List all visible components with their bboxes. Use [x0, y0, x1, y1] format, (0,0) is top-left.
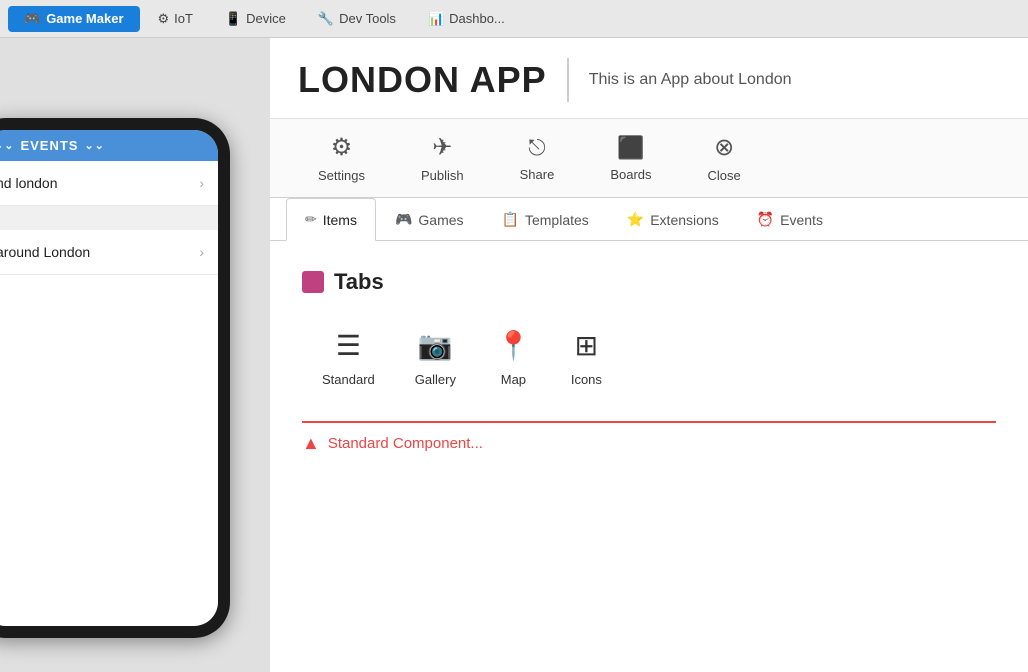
game-maker-label: Game Maker — [46, 11, 123, 26]
device-label: Device — [246, 11, 286, 26]
settings-button[interactable]: ⚙ Settings — [290, 119, 393, 197]
component-hint-row: ▲ Standard Component... — [302, 423, 996, 464]
toolbar: ⚙ Settings ✈ Publish ⎋ Share ⬛ Boards ⊗ … — [270, 119, 1028, 198]
settings-icon: ⚙ — [331, 133, 353, 162]
list-item[interactable]: around London › — [0, 230, 218, 275]
icons-icon: ⊞ — [575, 329, 598, 362]
close-button[interactable]: ⊗ Close — [680, 119, 769, 197]
dashboard-button[interactable]: 📊 Dashbo... — [414, 6, 519, 32]
settings-label: Settings — [318, 168, 365, 183]
device-icon: 📱 — [225, 11, 241, 27]
extensions-tab-label: Extensions — [650, 212, 718, 228]
phone-screen: ⌄⌄ EVENTS ⌄⌄ nd london › around London › — [0, 130, 218, 626]
games-tab-icon: 🎮 — [395, 211, 412, 228]
list-item-text: around London — [0, 244, 90, 260]
map-label: Map — [501, 372, 526, 387]
tab-extensions[interactable]: ⭐ Extensions — [608, 198, 738, 241]
chevron-down-icon: ⌄⌄ — [0, 139, 14, 152]
tab-templates[interactable]: 📋 Templates — [483, 198, 608, 241]
tab-events[interactable]: ⏰ Events — [738, 198, 842, 241]
app-title-section: LONDON APP This is an App about London — [270, 38, 1028, 119]
events-tab-icon: ⏰ — [757, 211, 774, 228]
close-label: Close — [708, 168, 741, 183]
tab-games[interactable]: 🎮 Games — [376, 198, 483, 241]
phone-list: nd london › around London › — [0, 161, 218, 275]
list-chevron-icon: › — [199, 244, 204, 260]
share-label: Share — [520, 167, 555, 182]
icons-tab-type[interactable]: ⊞ Icons — [551, 315, 622, 401]
items-content: Tabs ☰ Standard 📷 Gallery 📍 Map ⊞ — [270, 241, 1028, 672]
items-tab-label: Items — [323, 212, 357, 228]
right-content: LONDON APP This is an App about London ⚙… — [270, 38, 1028, 672]
phone-frame: ⌄⌄ EVENTS ⌄⌄ nd london › around London › — [0, 118, 230, 638]
dashboard-icon: 📊 — [428, 11, 444, 27]
list-item[interactable]: nd london › — [0, 161, 218, 206]
games-tab-label: Games — [418, 212, 463, 228]
iot-icon: ⚙ — [158, 11, 170, 27]
app-title: LONDON APP — [298, 59, 547, 101]
devtools-icon: 🔧 — [318, 11, 334, 27]
tabs-section-title: Tabs — [334, 269, 384, 295]
map-icon: 📍 — [496, 329, 531, 362]
events-tab-label: Events — [780, 212, 823, 228]
extensions-tab-icon: ⭐ — [627, 211, 644, 228]
devtools-label: Dev Tools — [339, 11, 396, 26]
map-tab-type[interactable]: 📍 Map — [476, 315, 551, 401]
main-area: ⌄⌄ EVENTS ⌄⌄ nd london › around London › — [0, 38, 1028, 672]
list-divider — [0, 206, 218, 230]
share-button[interactable]: ⎋ Share — [492, 121, 583, 196]
phone-header-label: EVENTS — [20, 138, 78, 153]
game-maker-icon: 🎮 — [24, 11, 40, 27]
tabs-section-header: Tabs — [302, 269, 996, 295]
boards-button[interactable]: ⬛ Boards — [582, 121, 679, 196]
iot-label: IoT — [174, 11, 193, 26]
app-description: This is an App about London — [589, 71, 792, 89]
app-title-divider — [567, 58, 569, 102]
dashboard-label: Dashbo... — [449, 11, 505, 26]
publish-button[interactable]: ✈ Publish — [393, 119, 492, 197]
icons-label: Icons — [571, 372, 602, 387]
tab-types-grid: ☰ Standard 📷 Gallery 📍 Map ⊞ Icons — [302, 315, 996, 401]
templates-tab-icon: 📋 — [502, 211, 519, 228]
standard-tab-type[interactable]: ☰ Standard — [302, 315, 395, 401]
list-chevron-icon: › — [199, 175, 204, 191]
templates-tab-label: Templates — [525, 212, 589, 228]
gallery-label: Gallery — [415, 372, 456, 387]
standard-icon: ☰ — [336, 329, 361, 362]
boards-icon: ⬛ — [617, 135, 644, 161]
sub-tabs: ✏ Items 🎮 Games 📋 Templates ⭐ Extensions… — [270, 198, 1028, 241]
component-hint-icon: ▲ — [302, 433, 320, 454]
iot-button[interactable]: ⚙ IoT — [144, 6, 207, 32]
chevron-right-icon: ⌄⌄ — [84, 139, 104, 152]
component-hint-label: Standard Component... — [328, 435, 483, 452]
publish-icon: ✈ — [432, 133, 452, 162]
items-tab-icon: ✏ — [305, 211, 317, 228]
phone-header: ⌄⌄ EVENTS ⌄⌄ — [0, 130, 218, 161]
standard-label: Standard — [322, 372, 375, 387]
gallery-tab-type[interactable]: 📷 Gallery — [395, 315, 476, 401]
tab-items[interactable]: ✏ Items — [286, 198, 376, 241]
list-item-text: nd london — [0, 175, 58, 191]
top-nav: 🎮 Game Maker ⚙ IoT 📱 Device 🔧 Dev Tools … — [0, 0, 1028, 38]
devtools-button[interactable]: 🔧 Dev Tools — [304, 6, 410, 32]
share-icon: ⎋ — [528, 135, 545, 161]
close-icon: ⊗ — [714, 133, 734, 162]
device-button[interactable]: 📱 Device — [211, 6, 300, 32]
publish-label: Publish — [421, 168, 464, 183]
game-maker-button[interactable]: 🎮 Game Maker — [8, 6, 140, 32]
boards-label: Boards — [610, 167, 651, 182]
tabs-color-block — [302, 271, 324, 293]
gallery-icon: 📷 — [418, 329, 453, 362]
phone-preview: ⌄⌄ EVENTS ⌄⌄ nd london › around London › — [0, 38, 270, 672]
